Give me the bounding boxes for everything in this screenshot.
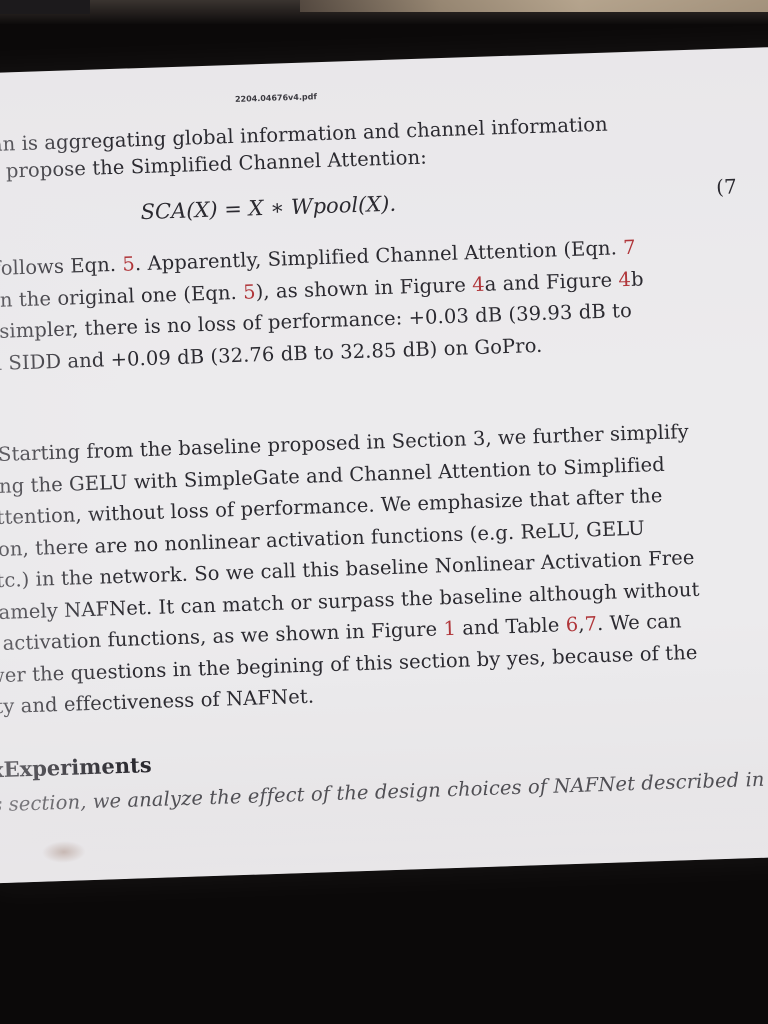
equation-number: (7 [715, 174, 738, 199]
monitor-screen: 2204.04676v4.pdf than is aggregating glo… [0, 45, 768, 884]
reference-link[interactable]: 5 [122, 252, 135, 275]
text-segment: ), as shown in Figure [255, 272, 473, 303]
paper-page: 2204.04676v4.pdf than is aggregating glo… [0, 71, 768, 816]
reference-link[interactable]: 5 [243, 280, 256, 303]
reference-link[interactable]: 4 [618, 267, 631, 290]
photo-scene: 2204.04676v4.pdf than is aggregating glo… [0, 0, 768, 1024]
section-heading-text: Experiments [3, 752, 152, 782]
text-segment: r activation functions, as we shown in F… [0, 617, 444, 656]
text-segment: b [630, 266, 644, 291]
reference-link[interactable]: 6 [565, 613, 578, 636]
text-segment: han the original one (Eqn. [0, 280, 244, 313]
section-heading: xExperiments [0, 752, 152, 782]
text-segment: ity and effectiveness of NAFNet. [0, 684, 315, 719]
equation: SCA(X) = X ∗ Wpool(X). [140, 191, 397, 225]
background-object [0, 0, 90, 14]
reference-link[interactable]: 7 [623, 236, 636, 259]
pdf-header-id: 2204.04676v4.pdf [234, 92, 317, 104]
text-segment: n follows Eqn. [0, 252, 117, 281]
paragraph-1: n follows Eqn. 5. Apparently, Simplified… [0, 71, 768, 375]
paragraph-2: y Starting from the baseline proposed in… [0, 71, 768, 718]
text-segment: and Table [455, 613, 567, 640]
background-surface [300, 0, 768, 12]
text-line: ity and effectiveness of NAFNet. [0, 685, 314, 720]
background-strip [0, 0, 768, 24]
text-segment: a and Figure [484, 267, 619, 296]
text-segment: . We can [596, 609, 682, 636]
screen-smudge [41, 840, 87, 864]
